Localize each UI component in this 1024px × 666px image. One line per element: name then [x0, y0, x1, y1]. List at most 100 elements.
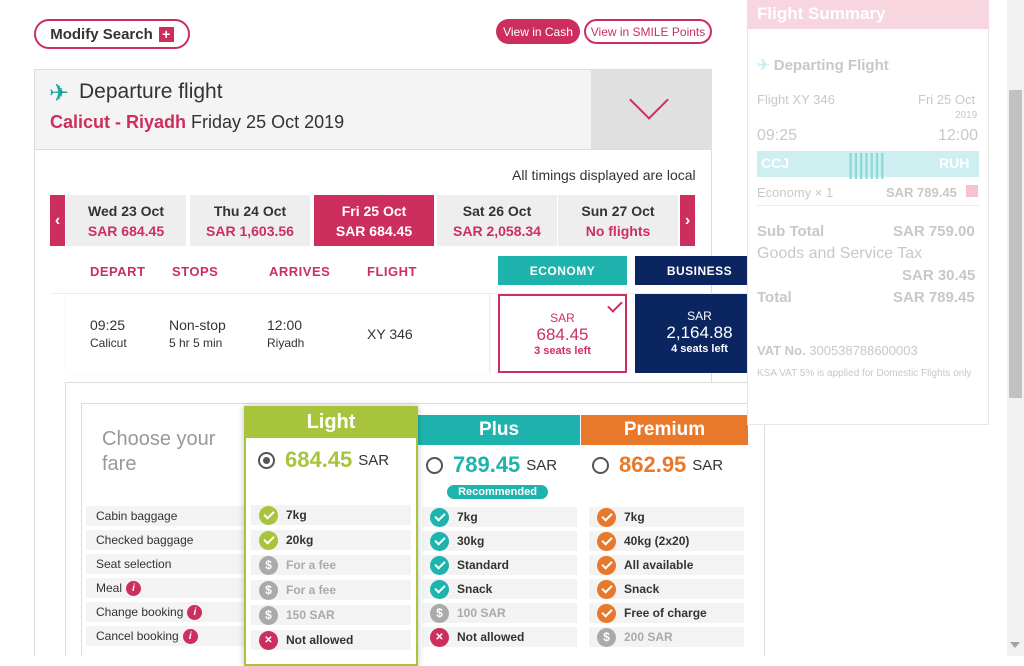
recommended-badge: Recommended: [447, 485, 548, 499]
route-text: Calicut - Riyadh: [50, 112, 187, 132]
summary-from: CCJ: [761, 155, 790, 171]
light-cabin-value: 7kg: [286, 508, 307, 522]
scrollbar-thumb[interactable]: [1009, 90, 1022, 398]
check-icon: [430, 531, 449, 551]
check-icon: [430, 579, 449, 599]
date-tab-day: Fri 25 Oct: [341, 203, 407, 219]
premium-checked: 40kg (2x20): [589, 531, 744, 551]
light-cancel: Not allowed: [251, 630, 411, 650]
stops-text: Non-stop: [169, 317, 226, 333]
summary-flight-number: Flight XY 346: [757, 92, 835, 107]
col-arrives: ARRIVES: [269, 264, 331, 279]
premium-meal: Snack: [589, 579, 744, 599]
plus-seat: Standard: [422, 555, 577, 575]
date-tab-day: Thu 24 Oct: [213, 203, 287, 219]
date-tab-wed-23[interactable]: Wed 23 Oct SAR 684.45: [66, 195, 186, 246]
divider: [757, 205, 979, 206]
chevron-right-icon: ›: [684, 211, 691, 229]
plus-icon[interactable]: [966, 185, 978, 197]
view-in-cash-button[interactable]: View in Cash: [496, 19, 580, 44]
dollar-icon: [259, 555, 278, 575]
premium-seat-value: All available: [624, 558, 694, 572]
premium-cancel: 200 SAR: [589, 627, 744, 647]
plus-radio[interactable]: [426, 456, 443, 474]
plus-cabin-value: 7kg: [457, 510, 478, 524]
premium-radio[interactable]: [592, 456, 609, 474]
light-fare-option[interactable]: 684.45 SAR: [258, 447, 389, 473]
depart-time: 09:25: [90, 317, 126, 333]
premium-change-value: Free of charge: [624, 606, 707, 620]
light-cabin: 7kg: [251, 505, 411, 525]
total-label: Total: [757, 289, 792, 306]
light-radio[interactable]: [258, 451, 275, 469]
date-tab-price: SAR 1,603.56: [206, 223, 294, 239]
dollar-icon: [597, 627, 616, 647]
arrive-city: Riyadh: [267, 336, 305, 350]
gst-label: Goods and Service Tax: [757, 245, 923, 262]
flight-number: XY 346: [367, 326, 413, 342]
date-tab-sun-27[interactable]: Sun 27 Oct No flights: [558, 195, 678, 246]
vat-label: VAT No.: [757, 343, 806, 358]
date-tab-thu-24[interactable]: Thu 24 Oct SAR 1,603.56: [190, 195, 310, 246]
premium-seat: All available: [589, 555, 744, 575]
premium-currency: SAR: [692, 456, 724, 474]
premium-fare-option[interactable]: 862.95 SAR: [592, 452, 723, 478]
prev-dates-button[interactable]: ‹: [50, 195, 65, 246]
date-tab-sat-26[interactable]: Sat 26 Oct SAR 2,058.34: [437, 195, 557, 246]
timings-note: All timings displayed are local: [512, 167, 696, 183]
date-tab-fri-25[interactable]: Fri 25 Oct SAR 684.45: [314, 195, 434, 246]
light-fare-header: Light: [244, 406, 418, 438]
light-seat-value: For a fee: [286, 558, 337, 572]
arrives-cell: 12:00 Riyadh: [267, 317, 304, 350]
total-value: SAR 789.45: [893, 289, 975, 306]
vat-note: KSA VAT 5% is applied for Domestic Fligh…: [757, 368, 972, 379]
business-currency: SAR: [687, 309, 712, 323]
scroll-down-icon[interactable]: [1010, 642, 1020, 648]
view-in-smile-points-button[interactable]: View in SMILE Points: [584, 19, 712, 44]
premium-fare-header: Premium: [581, 415, 748, 445]
plus-fare-header: Plus: [418, 415, 580, 445]
summary-arr-time: 12:00: [938, 127, 979, 144]
economy-fare-option[interactable]: SAR 684.45 3 seats left: [498, 294, 627, 373]
modify-search-button[interactable]: Modify Search +: [34, 19, 190, 49]
dollar-icon: [430, 603, 449, 623]
check-icon: [597, 555, 616, 575]
chevron-left-icon: ‹: [54, 211, 61, 229]
plus-cancel: Not allowed: [422, 627, 577, 647]
label-cabin-baggage: Cabin baggage: [86, 506, 246, 526]
plus-icon: +: [158, 26, 174, 42]
business-price: 2,164.88: [666, 323, 733, 342]
label-meal: Meal i: [86, 578, 246, 598]
light-cancel-value: Not allowed: [286, 633, 354, 647]
check-icon: [259, 530, 278, 550]
light-currency: SAR: [358, 451, 390, 469]
label-cancel-booking: Cancel booking i: [86, 626, 246, 646]
premium-checked-value: 40kg (2x20): [624, 534, 690, 548]
dollar-icon: [259, 580, 278, 600]
light-meal-value: For a fee: [286, 583, 337, 597]
col-flight: FLIGHT: [367, 264, 417, 279]
departing-flight-label: ✈ Departing Flight: [757, 56, 889, 74]
next-dates-button[interactable]: ›: [680, 195, 695, 246]
summary-fare-line: Economy × 1: [757, 185, 834, 200]
business-seats: 4 seats left: [671, 343, 728, 355]
route-date: Friday 25 Oct 2019: [191, 112, 345, 132]
date-tab-price: No flights: [585, 223, 651, 239]
cross-icon: [430, 627, 449, 647]
plus-fare-option[interactable]: 789.45 SAR: [426, 452, 557, 478]
subtotal-label: Sub Total: [757, 223, 825, 240]
plus-change: 100 SAR: [422, 603, 577, 623]
plus-seat-value: Standard: [457, 558, 510, 572]
business-fare-option[interactable]: SAR 2,164.88 4 seats left: [635, 294, 764, 373]
premium-change: Free of charge: [589, 603, 744, 623]
premium-cancel-value: 200 SAR: [624, 630, 673, 644]
info-icon[interactable]: i: [187, 605, 203, 621]
collapse-toggle[interactable]: [591, 70, 712, 149]
info-icon[interactable]: i: [126, 581, 142, 597]
plus-cancel-value: Not allowed: [457, 630, 525, 644]
label-cancel-text: Cancel booking: [96, 629, 179, 643]
info-icon[interactable]: i: [182, 629, 198, 645]
check-icon: [597, 579, 616, 599]
light-change-value: 150 SAR: [286, 608, 335, 622]
economy-header: ECONOMY: [498, 256, 627, 285]
